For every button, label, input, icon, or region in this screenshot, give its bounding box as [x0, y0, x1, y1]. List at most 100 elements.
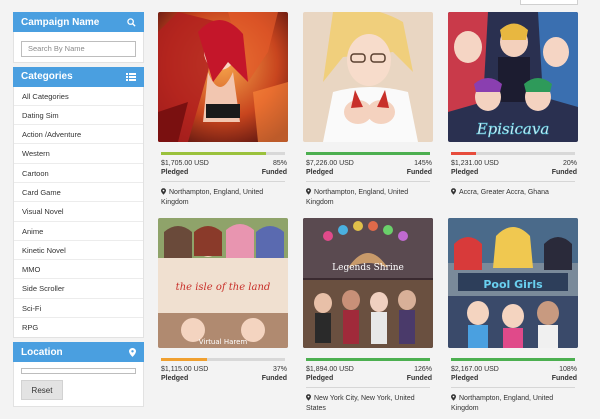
campaign-card[interactable]: the isle of the land Virtual Harem $1,11…	[158, 218, 290, 418]
pledged-label: Pledged	[451, 375, 479, 382]
pledged-amount: $1,231.00 USD	[451, 160, 499, 167]
campaign-stats: $1,231.00 USD 20% Pledged Funded Accra, …	[448, 152, 580, 198]
campaign-location: Northampton, England, United Kingdom	[303, 182, 435, 207]
pin-icon	[451, 188, 456, 195]
stat-values: $1,115.00 USD 37%	[158, 365, 290, 374]
funded-label: Funded	[551, 375, 577, 382]
location-text: Northampton, England, United Kingdom	[451, 395, 554, 412]
campaign-location: Accra, Greater Accra, Ghana	[448, 182, 580, 198]
campaign-card[interactable]: Pool Girls $2,167.00 USD 108% Pledged Fu…	[448, 218, 580, 418]
campaign-location: Northampton, England, United Kingdom	[448, 388, 580, 413]
funding-progress-fill	[161, 358, 207, 361]
funded-label: Funded	[261, 169, 287, 176]
campaign-thumbnail[interactable]: Pool Girls	[448, 218, 578, 348]
search-box	[13, 32, 144, 63]
funding-progress-fill	[451, 152, 476, 155]
category-item-sci-fi[interactable]: Sci-Fi	[14, 299, 143, 319]
pledged-amount: $1,115.00 USD	[161, 366, 209, 373]
filter-sidebar: Campaign Name Categories All Categories …	[13, 12, 144, 408]
location-box: Reset	[13, 362, 144, 408]
stat-labels: Pledged Funded	[158, 374, 290, 383]
category-item-dating-sim[interactable]: Dating Sim	[14, 106, 143, 126]
campaign-name-title: Campaign Name	[21, 16, 100, 28]
pin-icon	[129, 347, 136, 357]
category-item-visual-novel[interactable]: Visual Novel	[14, 202, 143, 222]
location-text: New York City, New York, United States	[306, 395, 415, 412]
stat-labels: Pledged Funded	[303, 374, 435, 383]
category-item-western[interactable]: Western	[14, 144, 143, 164]
stat-values: $1,231.00 USD 20%	[448, 159, 580, 168]
category-item-anime[interactable]: Anime	[14, 222, 143, 241]
category-item-rpg[interactable]: RPG	[14, 318, 143, 337]
pin-icon	[306, 188, 311, 195]
categories-header: Categories	[13, 66, 144, 87]
location-header: Location	[13, 342, 144, 363]
funded-label: Funded	[551, 169, 577, 176]
campaign-thumbnail[interactable]	[303, 12, 433, 142]
campaign-stats: $1,705.00 USD 85% Pledged Funded Northam…	[158, 152, 290, 207]
funded-percent: 126%	[414, 366, 432, 373]
campaign-thumbnail[interactable]: Episicava	[448, 12, 578, 142]
campaign-stats: $1,115.00 USD 37% Pledged Funded	[158, 358, 290, 383]
stat-labels: Pledged Funded	[448, 374, 580, 383]
campaign-location: Northampton, England, United Kingdom	[158, 182, 290, 207]
funded-percent: 20%	[562, 160, 577, 167]
pin-icon	[161, 188, 166, 195]
location-title: Location	[21, 346, 63, 358]
funding-progress-bar	[451, 358, 575, 361]
category-item-side-scroller[interactable]: Side Scroller	[14, 279, 143, 299]
pledged-amount: $1,705.00 USD	[161, 160, 209, 167]
category-item-all[interactable]: All Categories	[14, 87, 143, 106]
stat-values: $1,894.00 USD 126%	[303, 365, 435, 374]
category-item-kinetic-novel[interactable]: Kinetic Novel	[14, 241, 143, 261]
location-field[interactable]	[21, 368, 136, 375]
stat-values: $7,226.00 USD 145%	[303, 159, 435, 168]
card6-title-text: Pool Girls	[483, 278, 543, 291]
card5-title-text: Legends Shrine	[332, 263, 404, 273]
grid-icon	[126, 72, 136, 81]
search-input[interactable]	[21, 40, 136, 57]
funding-progress-fill	[306, 358, 430, 361]
campaign-card[interactable]: $1,705.00 USD 85% Pledged Funded Northam…	[158, 12, 290, 212]
funding-progress-bar	[306, 152, 430, 155]
episicava-logo: Episicava	[476, 120, 550, 138]
category-item-mmo[interactable]: MMO	[14, 260, 143, 280]
pledged-label: Pledged	[306, 375, 334, 382]
category-item-action-adventure[interactable]: Action /Adventure	[14, 125, 143, 145]
pledged-label: Pledged	[161, 169, 189, 176]
campaign-stats: $1,894.00 USD 126% Pledged Funded New Yo…	[303, 358, 435, 413]
top-sort-button[interactable]	[520, 0, 578, 5]
funding-progress-bar	[161, 152, 285, 155]
campaign-location: New York City, New York, United States	[303, 388, 435, 413]
campaign-stats: $2,167.00 USD 108% Pledged Funded Northa…	[448, 358, 580, 413]
pledged-label: Pledged	[306, 169, 334, 176]
funding-progress-fill	[306, 152, 430, 155]
pin-icon	[451, 394, 456, 401]
stat-labels: Pledged Funded	[448, 168, 580, 177]
categories-title: Categories	[21, 71, 73, 82]
funded-percent: 85%	[272, 160, 287, 167]
funded-label: Funded	[406, 375, 432, 382]
category-item-cartoon[interactable]: Cartoon	[14, 164, 143, 183]
campaign-name-header: Campaign Name	[13, 12, 144, 32]
pledged-label: Pledged	[161, 375, 189, 382]
search-icon	[127, 17, 136, 27]
funding-progress-bar	[306, 358, 430, 361]
pledged-label: Pledged	[451, 169, 479, 176]
campaign-card[interactable]: Episicava $1,231.00 USD 20% Pledged Fund…	[448, 12, 580, 212]
pin-icon	[306, 394, 311, 401]
category-item-card-game[interactable]: Card Game	[14, 183, 143, 203]
campaign-thumbnail[interactable]: the isle of the land Virtual Harem	[158, 218, 288, 348]
card4-title-text: the isle of the land	[176, 282, 271, 293]
campaign-thumbnail[interactable]	[158, 12, 288, 142]
reset-button[interactable]: Reset	[21, 380, 63, 401]
campaign-thumbnail[interactable]: Legends Shrine	[303, 218, 433, 348]
category-list: All Categories Dating Sim Action /Advent…	[13, 86, 144, 339]
pledged-amount: $7,226.00 USD	[306, 160, 354, 167]
funded-label: Funded	[406, 169, 432, 176]
campaign-card[interactable]: Legends Shrine $1,894.00 USD 126% Pledge…	[303, 218, 435, 418]
funded-percent: 108%	[559, 366, 577, 373]
funded-percent: 145%	[414, 160, 432, 167]
stat-labels: Pledged Funded	[158, 168, 290, 177]
campaign-card[interactable]: $7,226.00 USD 145% Pledged Funded Northa…	[303, 12, 435, 212]
